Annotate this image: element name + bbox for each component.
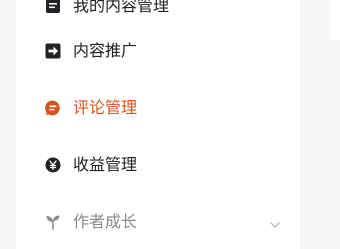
sidebar-item-earnings-management[interactable]: 收益管理 xyxy=(16,145,300,185)
sidebar: 我的内容管理 内容推广 评论管理 收益管理 作者成长 xyxy=(16,0,300,249)
sidebar-item-label: 评论管理 xyxy=(73,98,138,117)
sidebar-item-author-growth[interactable]: 作者成长 xyxy=(16,202,300,242)
sidebar-item-content-promotion[interactable]: 内容推广 xyxy=(16,31,300,71)
chevron-down-icon[interactable] xyxy=(269,216,281,228)
document-icon xyxy=(45,0,61,14)
sidebar-item-label: 内容推广 xyxy=(73,41,138,60)
sidebar-item-label: 收益管理 xyxy=(73,155,138,174)
comment-bubble-icon xyxy=(45,100,61,116)
sidebar-item-label: 作者成长 xyxy=(73,212,138,231)
sprout-icon xyxy=(45,214,61,230)
content-panel-edge xyxy=(330,0,340,40)
sidebar-item-label: 我的内容管理 xyxy=(73,0,170,15)
sidebar-item-my-content[interactable]: 我的内容管理 xyxy=(16,0,300,26)
sidebar-item-comment-management[interactable]: 评论管理 xyxy=(16,88,300,128)
arrow-right-square-icon xyxy=(45,43,61,59)
yuan-coin-icon xyxy=(45,157,61,173)
